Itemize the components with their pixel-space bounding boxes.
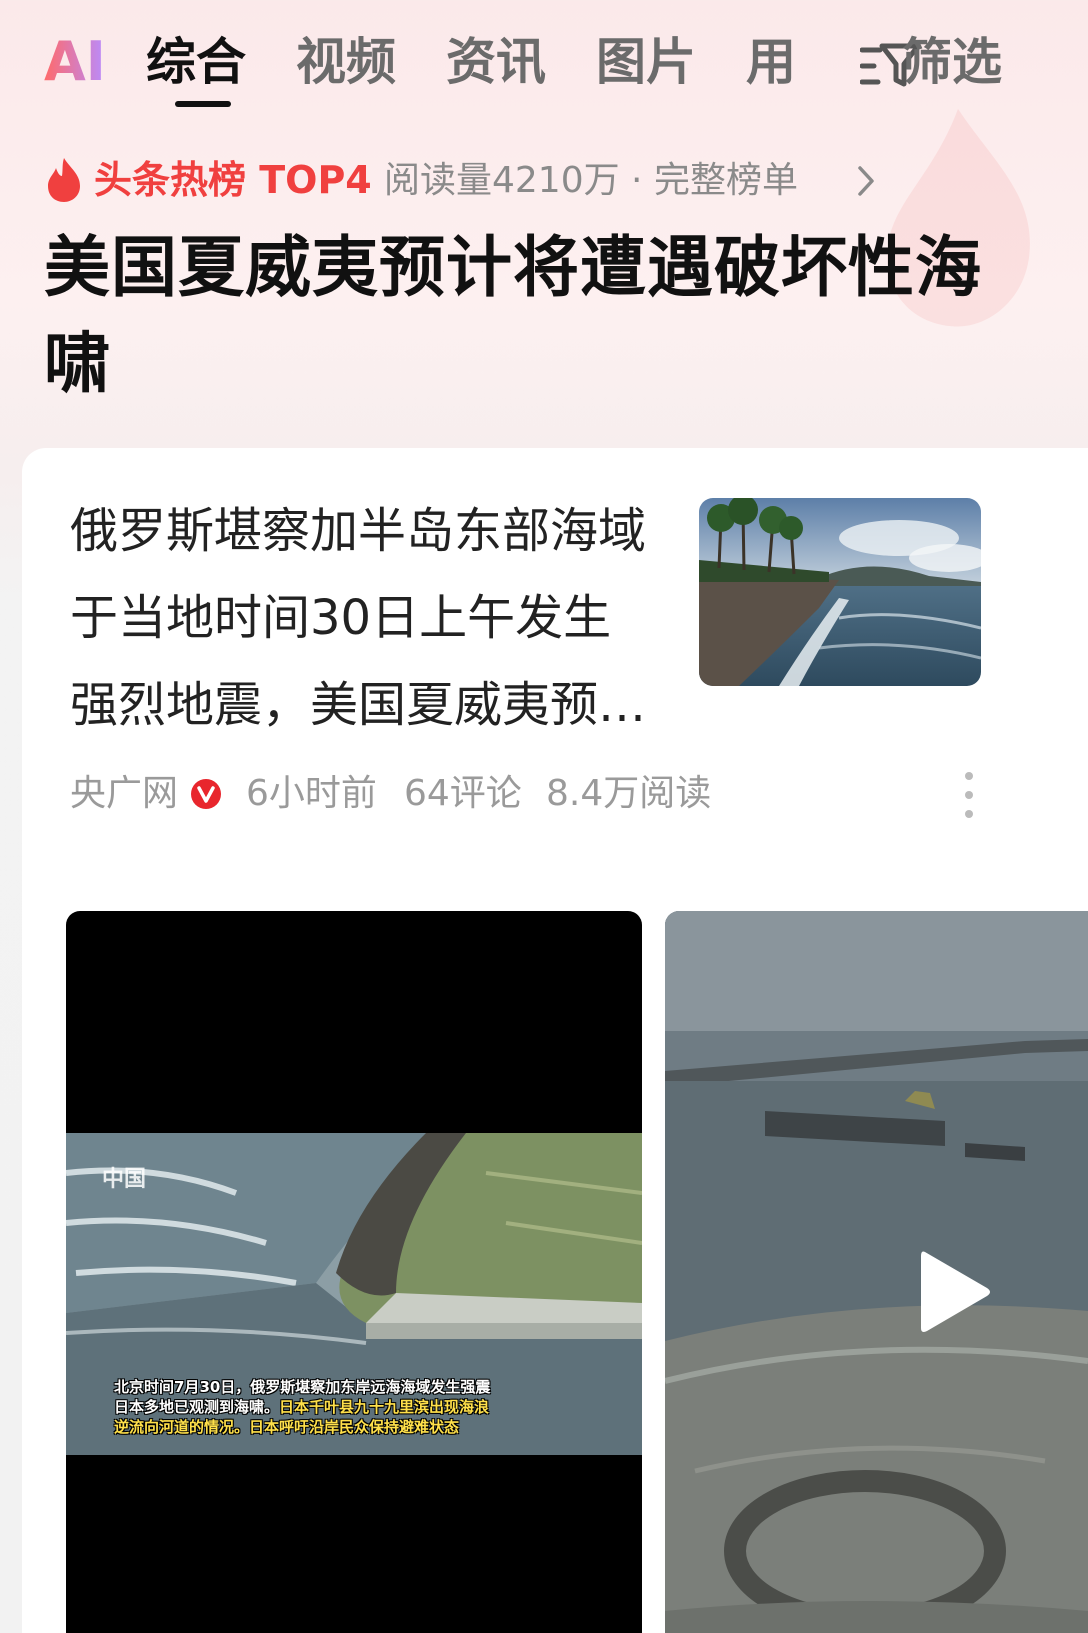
- caption-line-2-white: 日本多地已观测到海啸。: [114, 1398, 280, 1416]
- top-tab-bar: AI 综合 视频 资讯 图片 用 筛选: [0, 18, 1088, 108]
- read-count: 8.4万阅读: [546, 773, 712, 814]
- play-icon[interactable]: [915, 1246, 995, 1338]
- source-name[interactable]: 央广网: [70, 766, 178, 822]
- more-options-icon[interactable]: [962, 770, 976, 820]
- verified-badge-icon: [191, 779, 221, 809]
- caption-line-2: 日本多地已观测到海啸。日本千叶县九十九里滨出现海浪: [114, 1397, 634, 1417]
- chevron-right-icon: [858, 166, 874, 196]
- tsunami-harbor-image: [665, 911, 1088, 1633]
- hot-rank-label: 头条热榜 TOP4: [94, 158, 372, 202]
- tab-general[interactable]: 综合: [146, 32, 246, 92]
- hot-read-count: 阅读量4210万 · 完整榜单: [384, 160, 798, 201]
- article-title[interactable]: 俄罗斯堪察加半岛东部海域于当地时间30日上午发生强烈地震，美国夏威夷预计将遭遇破…: [70, 488, 650, 749]
- tab-users[interactable]: 用: [746, 32, 796, 92]
- article-meta: 央广网 6小时前 64评论 8.4万阅读: [70, 766, 990, 822]
- ai-tab[interactable]: AI: [44, 32, 106, 92]
- hot-list-link[interactable]: 头条热榜 TOP4 阅读量4210万 · 完整榜单: [44, 152, 1044, 208]
- comment-count: 64评论: [404, 773, 522, 814]
- tab-images[interactable]: 图片: [596, 32, 696, 92]
- news-card[interactable]: 俄罗斯堪察加半岛东部海域于当地时间30日上午发生强烈地震，美国夏威夷预计将遭遇破…: [22, 448, 1088, 1633]
- tab-news[interactable]: 资讯: [446, 32, 546, 92]
- publish-time: 6小时前: [246, 773, 377, 814]
- caption-line-2-yellow: 日本千叶县九十九里滨出现海浪: [279, 1398, 490, 1416]
- channel-watermark: 中国: [102, 1167, 147, 1192]
- fire-icon: [48, 158, 80, 202]
- caption-line-3: 逆流向河道的情况。日本呼吁沿岸民众保持避难状态: [114, 1418, 460, 1436]
- beach-thumbnail-image[interactable]: [699, 498, 981, 686]
- filter-button[interactable]: 筛选: [902, 32, 1002, 92]
- caption-line-1: 北京时间7月30日，俄罗斯堪察加东岸远海海域发生强震: [114, 1378, 491, 1396]
- video-thumbnail-harbor[interactable]: [665, 911, 1088, 1633]
- page-title: 美国夏威夷预计将遭遇破坏性海啸: [44, 229, 982, 402]
- video-caption: 北京时间7月30日，俄罗斯堪察加东岸远海海域发生强震 日本多地已观测到海啸。日本…: [114, 1377, 634, 1437]
- video-thumbnail-coast[interactable]: 中国 北京时间7月30日，俄罗斯堪察加东岸远海海域发生强震 日本多地已观测到海啸…: [66, 911, 642, 1633]
- active-tab-indicator: [175, 101, 231, 107]
- tab-video[interactable]: 视频: [296, 32, 396, 92]
